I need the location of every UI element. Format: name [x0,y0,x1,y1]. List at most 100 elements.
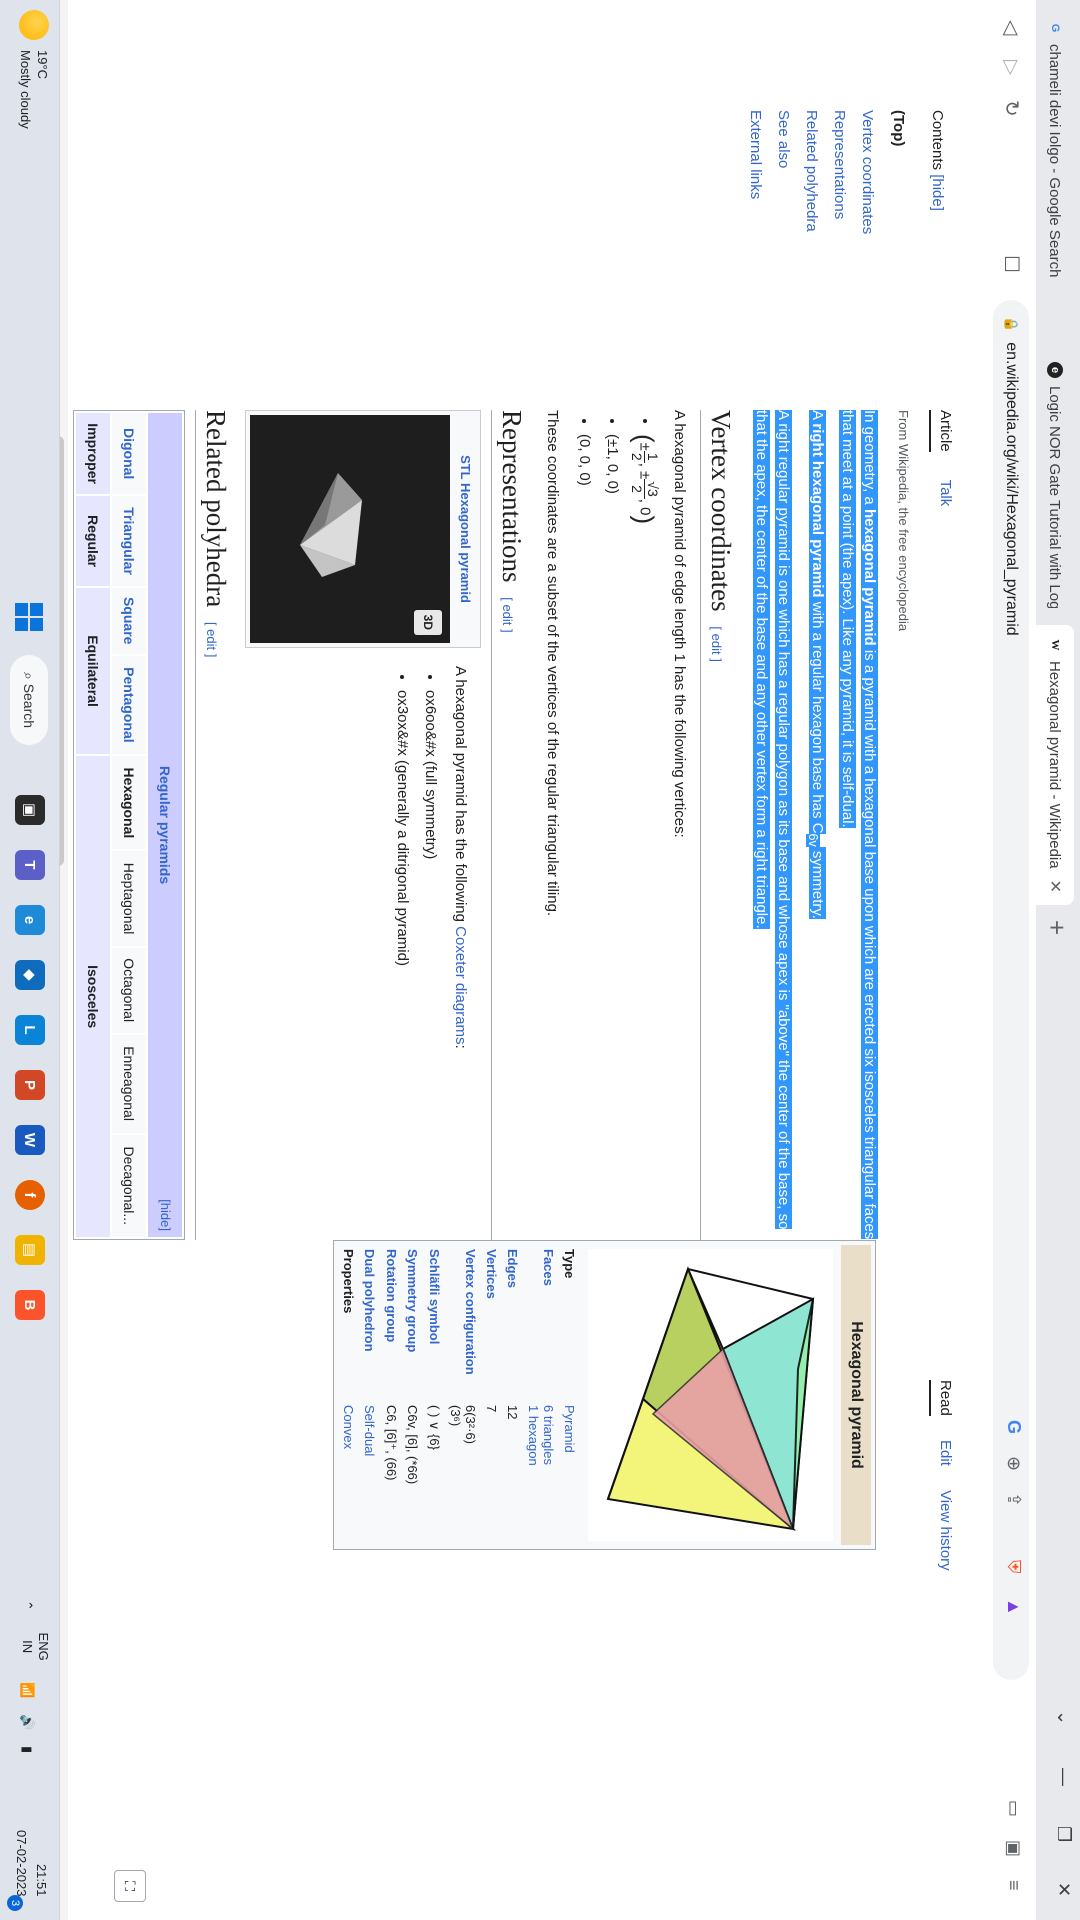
brave-shield-icon[interactable]: ⛨ [1003,1560,1024,1574]
edit-link[interactable]: [ edit ] [709,626,724,661]
word-icon[interactable]: W [15,1125,45,1155]
zoom-icon[interactable]: ⊕ [1003,1456,1024,1471]
infobox-label[interactable]: Symmetry group [402,1245,423,1401]
toc-item-related-polyhedra[interactable]: Related polyhedra [803,110,820,290]
notification-badge[interactable]: 3 [7,1895,23,1911]
infobox-value: 7 [484,1405,499,1413]
coxeter-link[interactable]: Coxeter diagrams [452,926,469,1044]
task-view-icon[interactable]: ▣ [15,795,45,825]
stl-3d-view[interactable]: 3D [250,415,450,643]
navbox-current-hexagonal: Hexagonal [111,755,147,851]
taskbar-search[interactable]: ⌕ Search [10,655,48,745]
infobox-value[interactable]: 6 triangles 1 hexagon [523,1401,559,1545]
powerpoint-icon[interactable]: P [15,1070,45,1100]
infobox-label: Type [562,1249,577,1279]
infobox-label[interactable]: Dual polyhedron [359,1245,380,1401]
tab-view-history[interactable]: View history [937,1490,954,1571]
intro-text: In geometry, a [861,410,878,509]
restore-button[interactable]: ❐ [1053,1826,1074,1842]
navbox-hide-link[interactable]: [hide] [154,1199,176,1231]
firefox-icon[interactable]: f [15,1180,45,1210]
heading-text: Related polyhedra [201,410,231,608]
infobox-value[interactable]: Self-dual [359,1401,380,1545]
app-l-icon[interactable]: L [15,1015,45,1045]
infobox-label[interactable]: Rotation group [380,1245,402,1401]
navbox-link-triangular[interactable]: Triangular [111,495,147,587]
reload-icon[interactable]: ↻ [999,100,1024,117]
chevron-down-icon[interactable]: ⌄ [1053,1710,1074,1725]
edge-icon[interactable]: e [15,905,45,935]
toc-item-top[interactable]: (Top) [890,110,907,290]
navbox-link-digonal[interactable]: Digonal [111,412,147,496]
tab-article[interactable]: Article [929,410,954,452]
clock-time: 21:51 [34,1863,49,1897]
menu-icon[interactable]: ≡ [1003,1880,1024,1891]
navbox-octagonal: Octagonal [111,946,147,1034]
forward-icon[interactable]: ▷ [999,60,1024,75]
infobox-image[interactable] [588,1249,833,1541]
infobox-value[interactable]: Convex [338,1401,359,1545]
store-icon[interactable]: ◆ [15,960,45,990]
toc-item-see-also[interactable]: See also [775,110,792,290]
infobox-label[interactable]: Faces [523,1245,559,1401]
infobox-label[interactable]: Edges [502,1245,523,1401]
brave-rewards-icon[interactable]: ▲ [1003,1598,1024,1616]
navbox-improper: Improper [75,412,111,496]
weather-widget[interactable]: 19°C Mostly cloudy [17,10,51,129]
edit-link[interactable]: [ edit ] [500,597,515,632]
tab-talk[interactable]: Talk [937,480,954,507]
share-icon[interactable]: ⇪ [1003,1492,1024,1507]
system-tray: ⌃ ENG IN 📶 🔊 ▮ [19,1600,51,1753]
tab-logic-nor[interactable]: e Logic NOR Gate Tutorial with Logic N [1036,350,1074,620]
regular-pyramid-paragraph: A right regular pyramid is one which has… [750,410,794,1240]
windows-start-icon[interactable] [15,603,43,631]
language-indicator[interactable]: ENG IN [19,1633,51,1661]
edit-link[interactable]: [ edit ] [204,622,219,657]
battery-icon[interactable]: ▮ [20,1746,35,1753]
heading-text: Representations [497,410,527,583]
intro-paragraph: In geometry, a hexagonal pyramid is a py… [836,410,880,1240]
clock[interactable]: 21:51 07-02-2023 [11,1830,51,1897]
tab-hexagonal-pyramid[interactable]: W Hexagonal pyramid - Wikipedia ✕ [1036,625,1074,905]
expand-icon[interactable]: ⛶ [114,1870,146,1902]
toc-item-external-links[interactable]: External links [747,110,764,290]
close-tab-icon[interactable]: ✕ [1045,880,1065,893]
minimize-button[interactable]: — [1053,1768,1074,1786]
coxeter-section: A hexagonal pyramid has the following Co… [245,666,481,1049]
tab-edit[interactable]: Edit [937,1440,954,1466]
right-text-rest: with a regular hexagon base has C [809,597,826,834]
new-tab-button[interactable]: + [1041,920,1072,935]
infobox: Hexagonal pyramid Type Pyramid Faces 6 tri… [333,1240,876,1550]
wifi-icon[interactable]: 📶 [20,1682,35,1698]
file-explorer-icon[interactable]: ▤ [15,1235,45,1265]
infobox-value[interactable]: Pyramid [559,1401,580,1545]
navbox-link-pentagonal[interactable]: Pentagonal [111,654,147,756]
infobox-label[interactable]: Vertices [481,1245,502,1401]
navbox-link-square[interactable]: Square [111,586,147,655]
intro-bold: hexagonal pyramid [861,508,878,646]
teams-icon[interactable]: T [15,850,45,880]
toc-item-vertex-coordinates[interactable]: Vertex coordinates [859,110,876,290]
infobox-label[interactable]: Vertex configuration [445,1245,481,1401]
google-lens-icon[interactable]: G [1003,1420,1024,1434]
sidebar-icon[interactable]: ▭ [1003,1800,1024,1817]
tray-chevron-icon[interactable]: ⌃ [20,1600,35,1611]
view-tabs: Read Edit View history [929,1380,954,1591]
toc-hide-link[interactable]: [hide] [929,174,946,211]
infobox-label[interactable]: Schläfli symbol [423,1245,445,1401]
close-window-button[interactable]: ✕ [1053,1882,1074,1897]
tab-google-search[interactable]: G chameli devi Iolgo - Google Search [1036,8,1074,348]
volume-icon[interactable]: 🔊 [20,1714,35,1730]
lock-icon: 🔒 [1004,316,1019,333]
bookmark-icon[interactable]: ☐ [999,255,1024,273]
tab-read[interactable]: Read [929,1380,954,1416]
3d-button[interactable]: 3D [414,609,442,635]
stl-link[interactable]: STL Hexagonal pyramid [458,455,473,603]
back-icon[interactable]: ◁ [999,20,1024,35]
toc-item-representations[interactable]: Representations [831,110,848,290]
wallet-icon[interactable]: ▣ [1003,1840,1024,1857]
url-box[interactable]: 🔒 en.wikipedia.org/wiki/Hexagonal_pyrami… [993,300,1029,1680]
navbox-title-link[interactable]: Regular pyramids [157,766,173,884]
brave-icon[interactable]: B [15,1290,45,1320]
navbox-heptagonal: Heptagonal [111,850,147,947]
